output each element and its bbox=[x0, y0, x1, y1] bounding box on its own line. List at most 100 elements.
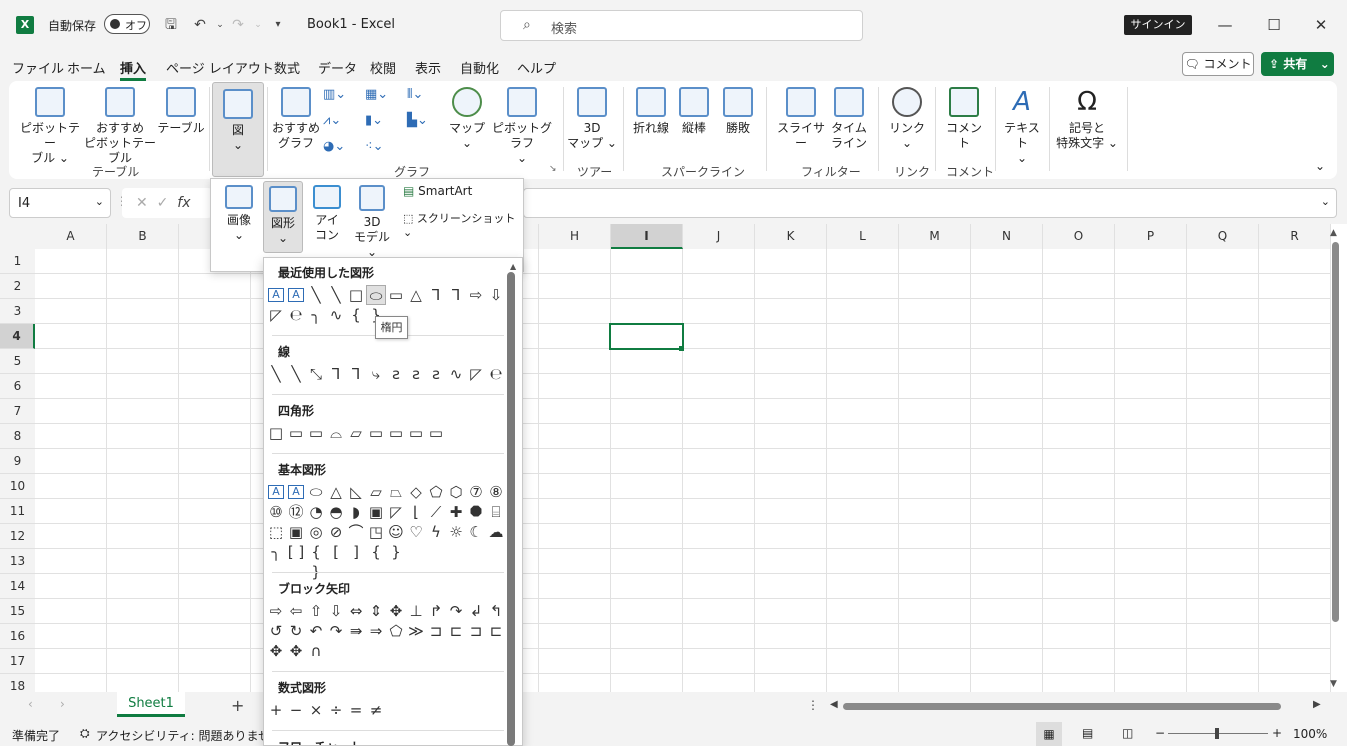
shape-item[interactable]: ↷ bbox=[326, 621, 346, 641]
shape-item[interactable]: ⇕ bbox=[366, 601, 386, 621]
shape-item[interactable]: ⅂ bbox=[426, 285, 446, 305]
screenshot-button[interactable]: ⬚ スクリーンショット ⌄ bbox=[403, 210, 523, 239]
shape-item[interactable]: ▭ bbox=[386, 423, 406, 443]
tab-home[interactable]: ホーム bbox=[67, 58, 106, 77]
recommended-charts-button[interactable]: おすすめ グラフ bbox=[271, 87, 321, 151]
gallery-scroll-up-icon[interactable]: ▲ bbox=[510, 262, 516, 271]
shape-item[interactable]: ÷ bbox=[326, 700, 346, 720]
gallery-scrollbar-thumb[interactable] bbox=[507, 272, 515, 746]
row-header[interactable]: 4 bbox=[0, 324, 35, 349]
row-header[interactable]: 1 bbox=[0, 249, 35, 274]
shape-item[interactable]: ◇ bbox=[406, 482, 426, 502]
shape-item[interactable]: ⅂ bbox=[326, 364, 346, 384]
redo-dropdown-icon[interactable]: ⌄ bbox=[248, 15, 268, 35]
shape-item[interactable]: ↱ bbox=[426, 601, 446, 621]
shape-item[interactable]: ◗ bbox=[346, 502, 366, 522]
shape-item[interactable]: ▭ bbox=[366, 423, 386, 443]
shape-item[interactable]: ▱ bbox=[366, 482, 386, 502]
shape-item[interactable]: ƨ bbox=[426, 364, 446, 384]
shape-item[interactable]: ⏢ bbox=[386, 482, 406, 502]
shape-item[interactable]: ▭ bbox=[386, 285, 406, 305]
column-header[interactable]: R bbox=[1259, 224, 1331, 249]
worksheet-grid[interactable]: ABCDEFGHIJKLMNOPQR 123456789101112131415… bbox=[0, 224, 1347, 699]
shape-item[interactable]: ⬠ bbox=[386, 621, 406, 641]
page-layout-view-icon[interactable]: ▤ bbox=[1082, 726, 1093, 740]
tab-page-layout[interactable]: ページ レイアウト bbox=[166, 58, 274, 77]
tab-formulas[interactable]: 数式 bbox=[274, 58, 300, 77]
row-header[interactable]: 17 bbox=[0, 649, 35, 674]
insert-image-button[interactable]: 画像 ⌄ bbox=[219, 185, 259, 243]
shape-item[interactable]: ⑩ bbox=[266, 502, 286, 522]
scatter-chart-icon[interactable]: ⁖⌄ bbox=[365, 137, 399, 157]
shape-item[interactable]: ∿ bbox=[326, 305, 346, 325]
shape-item[interactable]: ℮ bbox=[486, 364, 506, 384]
prev-sheet-icon[interactable]: ‹ bbox=[28, 697, 33, 711]
waterfall-chart-icon[interactable]: ⫴⌄ bbox=[407, 85, 441, 105]
scroll-up-icon[interactable]: ▲ bbox=[1330, 228, 1337, 238]
sheet-options-icon[interactable]: ⋮ bbox=[807, 698, 819, 712]
shape-item[interactable]: ◎ bbox=[306, 522, 326, 542]
shape-item[interactable]: ▭ bbox=[306, 423, 326, 443]
zoom-level[interactable]: 100% bbox=[1293, 727, 1327, 741]
column-header[interactable]: L bbox=[827, 224, 899, 249]
pivot-table-button[interactable]: ピボットテー ブル ⌄ bbox=[17, 87, 83, 166]
zoom-slider-thumb[interactable] bbox=[1215, 728, 1219, 739]
shape-item[interactable]: ⇩ bbox=[486, 285, 506, 305]
shape-item[interactable]: ⑫ bbox=[286, 502, 306, 522]
recommended-pivot-button[interactable]: おすすめ ピボットテーブル bbox=[81, 87, 159, 166]
scroll-down-icon[interactable]: ▼ bbox=[1330, 679, 1337, 689]
row-header[interactable]: 10 bbox=[0, 474, 35, 499]
shape-item[interactable]: ⊐ bbox=[466, 621, 486, 641]
ribbon-collapse-icon[interactable]: ⌄ bbox=[1315, 159, 1325, 173]
shape-item[interactable]: ◳ bbox=[366, 522, 386, 542]
row-header[interactable]: 15 bbox=[0, 599, 35, 624]
name-box[interactable]: I4 ⌄ bbox=[9, 188, 111, 218]
shape-item[interactable]: ⌸ bbox=[486, 502, 506, 522]
shape-item[interactable]: ≠ bbox=[366, 700, 386, 720]
shape-item[interactable]: ↶ bbox=[306, 621, 326, 641]
illustrations-button[interactable]: 図 ⌄ bbox=[212, 82, 264, 177]
column-header[interactable]: K bbox=[755, 224, 827, 249]
comment-button[interactable]: 🗨 コメント bbox=[1182, 52, 1254, 76]
row-header[interactable]: 3 bbox=[0, 299, 35, 324]
shape-item[interactable]: ⬠ bbox=[426, 482, 446, 502]
table-button[interactable]: テーブル bbox=[157, 87, 205, 136]
row-header[interactable]: 13 bbox=[0, 549, 35, 574]
tab-insert[interactable]: 挿入 bbox=[120, 58, 147, 81]
zoom-out-icon[interactable]: − bbox=[1155, 726, 1165, 740]
shape-item[interactable]: ⅂ bbox=[346, 364, 366, 384]
shape-item[interactable]: ⇔ bbox=[346, 601, 366, 621]
shape-item[interactable]: ⇧ bbox=[306, 601, 326, 621]
formula-expand-icon[interactable]: ⌄ bbox=[1321, 195, 1330, 208]
shape-item[interactable]: ∩ bbox=[306, 641, 326, 661]
shape-item[interactable]: ϟ bbox=[426, 522, 446, 542]
vertical-scrollbar-thumb[interactable] bbox=[1332, 242, 1339, 622]
comment-ribbon-button[interactable]: コメント bbox=[941, 87, 987, 151]
shape-item[interactable]: ↰ bbox=[486, 601, 506, 621]
column-header[interactable]: Q bbox=[1187, 224, 1259, 249]
shape-item[interactable]: ⇨ bbox=[266, 601, 286, 621]
close-icon[interactable]: ✕ bbox=[1309, 13, 1333, 37]
formula-input[interactable]: ⌄ bbox=[523, 188, 1337, 218]
shape-item[interactable]: ⯃ bbox=[466, 502, 486, 522]
shape-item[interactable]: { bbox=[346, 305, 366, 325]
shape-item[interactable]: ⬭ bbox=[366, 285, 386, 305]
column-header[interactable]: P bbox=[1115, 224, 1187, 249]
shape-item[interactable]: ◔ bbox=[306, 502, 326, 522]
row-header[interactable]: 14 bbox=[0, 574, 35, 599]
shape-item[interactable]: ↲ bbox=[466, 601, 486, 621]
shape-item[interactable]: ☺ bbox=[386, 522, 406, 542]
shape-item[interactable]: ƨ bbox=[406, 364, 426, 384]
shape-item[interactable]: △ bbox=[326, 482, 346, 502]
shape-item[interactable]: ▣ bbox=[366, 502, 386, 522]
shape-item[interactable]: ↻ bbox=[286, 621, 306, 641]
undo-icon[interactable]: ↶ bbox=[190, 15, 210, 35]
shape-item[interactable]: ⤡ bbox=[306, 364, 326, 384]
shape-item[interactable]: − bbox=[286, 700, 306, 720]
shape-item[interactable]: ♡ bbox=[406, 522, 426, 542]
shape-item[interactable]: ↷ bbox=[446, 601, 466, 621]
shape-item[interactable]: ⊏ bbox=[486, 621, 506, 641]
signin-button[interactable]: サインイン bbox=[1124, 15, 1192, 35]
row-header[interactable]: 9 bbox=[0, 449, 35, 474]
shape-item[interactable]: ƨ bbox=[386, 364, 406, 384]
